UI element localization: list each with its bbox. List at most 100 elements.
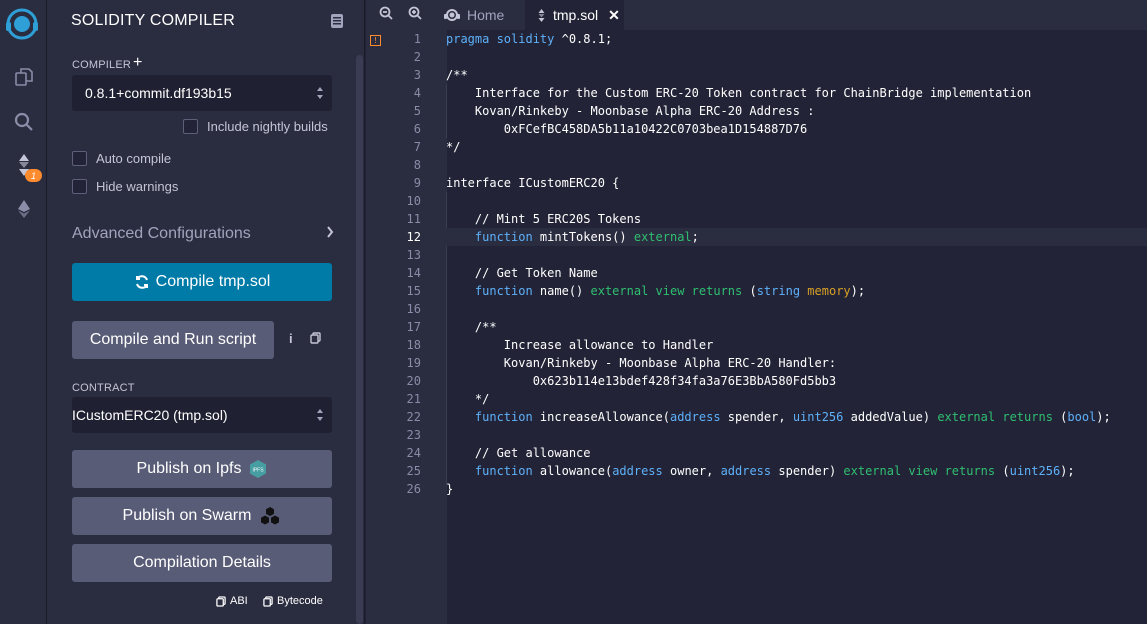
code-line[interactable]: 21 */ <box>366 390 1147 408</box>
code-line[interactable]: 4 Interface for the Custom ERC-20 Token … <box>366 84 1147 102</box>
code-line[interactable]: 1 pragma solidity ^0.8.1; <box>366 30 1147 48</box>
compile-button[interactable]: Compile tmp.sol <box>72 263 332 301</box>
publish-ipfs-label: Publish on Ipfs <box>136 460 242 477</box>
code-text: Kovan/Rinkeby - Moonbase Alpha ERC-20 Ha… <box>446 356 837 370</box>
advanced-configurations-label: Advanced Configurations <box>72 225 251 242</box>
code-line[interactable]: 25 function allowance(address owner, add… <box>366 462 1147 480</box>
code-text: /** <box>446 320 497 334</box>
code-line[interactable]: 9 interface ICustomERC20 { <box>366 174 1147 192</box>
code-editor: Home tmp.sol ✕ ! 1 pragma solidity ^0.8.1… <box>366 0 1147 624</box>
panel-scrollbar[interactable] <box>356 55 363 624</box>
code-text: // Get Token Name <box>446 266 598 280</box>
refresh-icon <box>134 274 150 290</box>
close-tab-icon[interactable]: ✕ <box>608 7 620 24</box>
remix-logo-icon[interactable] <box>2 4 42 44</box>
code-line[interactable]: 8 <box>366 156 1147 174</box>
deploy-run-icon[interactable] <box>0 194 47 224</box>
line-number: 15 <box>406 284 421 298</box>
code-line[interactable]: 11 // Mint 5 ERC20S Tokens <box>366 210 1147 228</box>
compilation-details-button[interactable]: Compilation Details <box>72 544 332 582</box>
code-text: } <box>446 482 454 496</box>
contract-select[interactable]: ICustomERC20 (tmp.sol) <box>72 397 332 433</box>
tab-tmp-sol[interactable]: tmp.sol ✕ <box>525 0 624 30</box>
publish-ipfs-button[interactable]: Publish on Ipfs IPFS <box>72 450 332 488</box>
include-nightly-row[interactable]: Include nightly builds <box>183 119 328 134</box>
auto-compile-checkbox[interactable] <box>72 151 87 166</box>
copy-icon[interactable] <box>310 332 321 347</box>
compile-and-run-button[interactable]: Compile and Run script <box>72 321 274 359</box>
add-compiler-icon[interactable]: + <box>133 54 142 72</box>
tab-tmp-sol-label: tmp.sol <box>553 7 599 23</box>
code-line[interactable]: 18 Increase allowance to Handler <box>366 336 1147 354</box>
bytecode-link[interactable]: Bytecode <box>263 595 323 607</box>
contract-value: ICustomERC20 (tmp.sol) <box>72 407 228 423</box>
line-number: 24 <box>406 446 421 460</box>
swarm-icon <box>259 506 281 526</box>
line-number: 3 <box>413 68 421 82</box>
line-number: 13 <box>406 248 421 262</box>
select-arrows-icon <box>316 408 324 425</box>
line-number: 23 <box>406 428 421 442</box>
zoom-out-icon[interactable] <box>379 6 393 23</box>
code-text: // Mint 5 ERC20S Tokens <box>446 212 642 226</box>
include-nightly-checkbox[interactable] <box>183 119 198 134</box>
code-text: Interface for the Custom ERC-20 Token co… <box>446 86 1032 100</box>
code-line[interactable]: 23 <box>366 426 1147 444</box>
copy-bytecode-icon <box>263 595 273 607</box>
code-text: pragma solidity ^0.8.1; <box>446 32 613 46</box>
code-line[interactable]: 24 // Get allowance <box>366 444 1147 462</box>
auto-compile-row[interactable]: Auto compile <box>72 151 171 166</box>
code-line[interactable]: 10 <box>366 192 1147 210</box>
info-icon[interactable]: i <box>289 331 293 346</box>
ipfs-badge-text: IPFS <box>253 468 265 474</box>
line-number: 6 <box>413 122 421 136</box>
search-icon[interactable] <box>0 107 47 137</box>
publish-swarm-button[interactable]: Publish on Swarm <box>72 497 332 535</box>
abi-label: ABI <box>230 595 248 607</box>
code-line-active[interactable]: 12 function mintTokens() external; <box>366 228 1147 246</box>
select-arrows-icon <box>316 86 324 103</box>
code-line[interactable]: 20 0x623b114e13bdef428f34fa3a76E3BbA580F… <box>366 372 1147 390</box>
hide-warnings-row[interactable]: Hide warnings <box>72 179 178 194</box>
panel-title: SOLIDITY COMPILER <box>71 12 236 29</box>
line-number: 1 <box>413 32 421 46</box>
zoom-in-icon[interactable] <box>408 6 422 23</box>
code-line[interactable]: 26} <box>366 480 1147 498</box>
code-line[interactable]: 5 Kovan/Rinkeby - Moonbase Alpha ERC-20 … <box>366 102 1147 120</box>
code-line[interactable]: 15 function name() external view returns… <box>366 282 1147 300</box>
line-number: 10 <box>406 194 421 208</box>
code-line[interactable]: 16 <box>366 300 1147 318</box>
line-number: 4 <box>413 86 421 100</box>
code-text: 0xFCefBC458DA5b11a10422C0703bea1D154887D… <box>446 122 808 136</box>
code-line[interactable]: 7 */ <box>366 138 1147 156</box>
advanced-configurations-toggle[interactable]: Advanced Configurations <box>72 223 334 245</box>
code-line[interactable]: 6 0xFCefBC458DA5b11a10422C0703bea1D15488… <box>366 120 1147 138</box>
contract-label: CONTRACT <box>72 382 135 394</box>
code-line[interactable]: 2 <box>366 48 1147 66</box>
code-content[interactable]: 1 pragma solidity ^0.8.1; 2 3 /** 4 Interf… <box>366 30 1147 498</box>
code-text: function name() external view returns (s… <box>474 284 866 298</box>
code-line[interactable]: 19 Kovan/Rinkeby - Moonbase Alpha ERC-20… <box>366 354 1147 372</box>
chevron-right-icon <box>326 225 334 243</box>
warning-count-badge: 1 <box>25 169 42 182</box>
line-number: 26 <box>406 482 421 496</box>
documentation-icon[interactable] <box>331 14 343 28</box>
file-explorer-icon[interactable] <box>0 62 47 92</box>
hide-warnings-checkbox[interactable] <box>72 179 87 194</box>
line-number: 22 <box>406 410 421 424</box>
code-line[interactable]: 17 /** <box>366 318 1147 336</box>
tab-home-label: Home <box>467 7 505 23</box>
code-text: /** <box>446 68 468 82</box>
tab-home[interactable]: Home <box>432 0 524 30</box>
code-line[interactable]: 13 <box>366 246 1147 264</box>
code-line[interactable]: 3 /** <box>366 66 1147 84</box>
abi-link[interactable]: ABI <box>216 595 248 607</box>
line-number: 18 <box>406 338 421 352</box>
code-line[interactable]: 14 // Get Token Name <box>366 264 1147 282</box>
code-text: // Get allowance <box>446 446 591 460</box>
code-line[interactable]: 22 function increaseAllowance(address sp… <box>366 408 1147 426</box>
code-text: function allowance(address owner, addres… <box>474 464 1075 478</box>
compiler-version-select[interactable]: 0.8.1+commit.df193b15 <box>72 75 332 111</box>
editor-tab-bar: Home tmp.sol ✕ <box>366 0 1147 30</box>
line-number: 14 <box>406 266 421 280</box>
